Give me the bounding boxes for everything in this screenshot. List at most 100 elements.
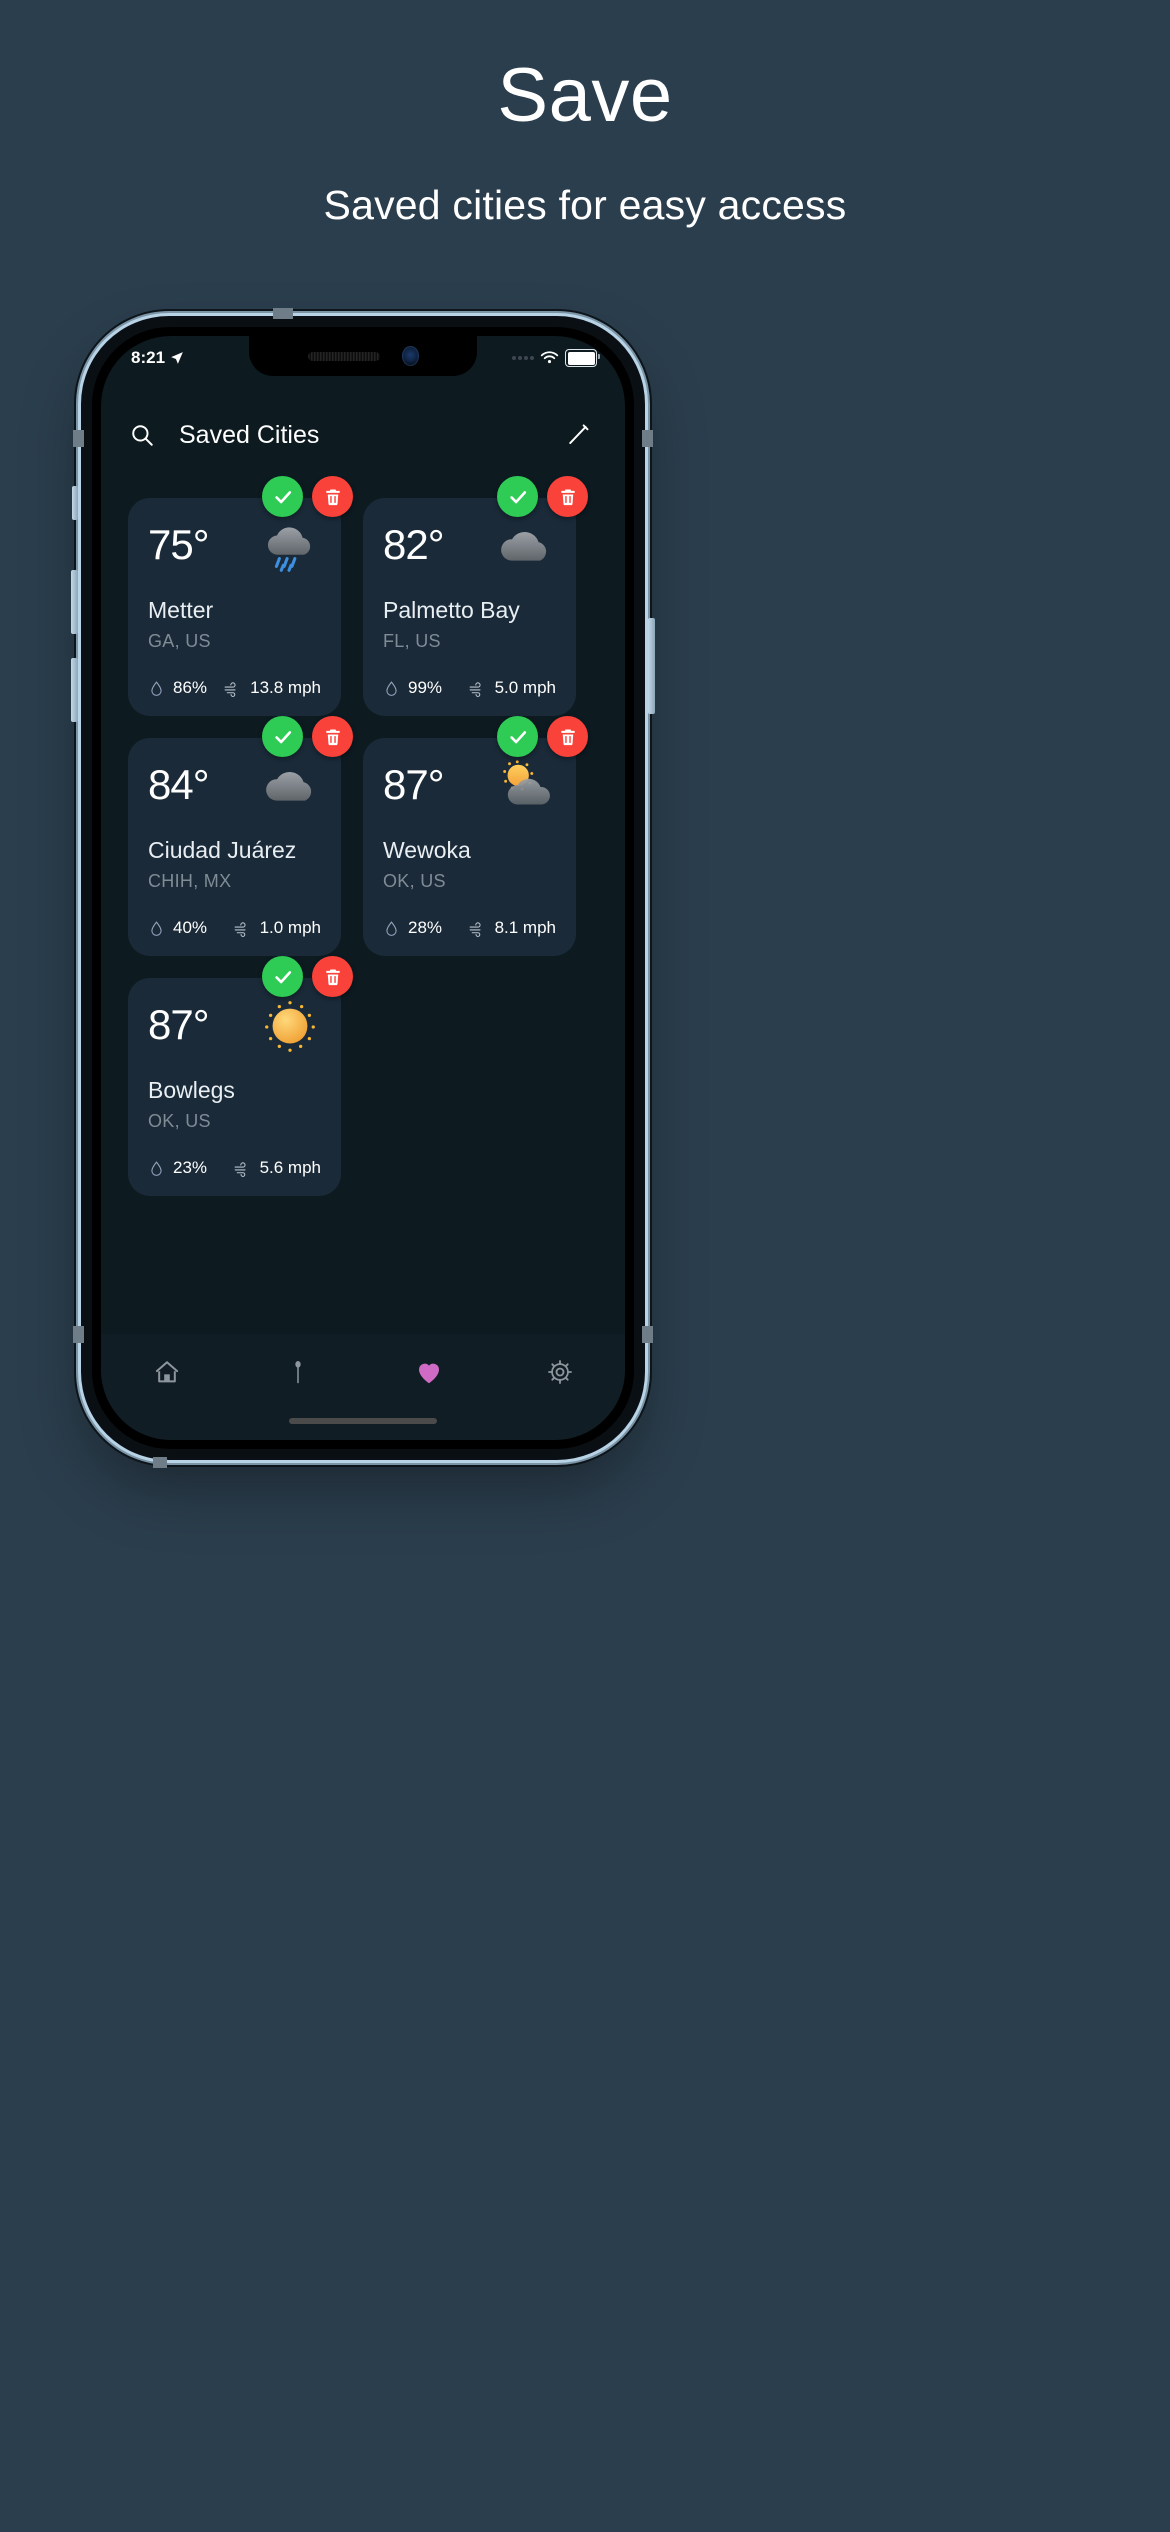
wind-icon bbox=[469, 681, 481, 697]
droplet-icon bbox=[386, 680, 397, 696]
humidity-value: 28% bbox=[408, 918, 443, 938]
antenna-band bbox=[273, 308, 293, 319]
delete-button[interactable] bbox=[547, 716, 588, 758]
confirm-button[interactable] bbox=[262, 476, 303, 517]
confirm-button[interactable] bbox=[262, 956, 303, 998]
wind-value: 13.8 mph bbox=[250, 678, 321, 698]
humidity-stat: 28% bbox=[383, 918, 442, 938]
humidity-stat: 23% bbox=[148, 1158, 207, 1178]
front-camera-icon bbox=[401, 346, 419, 366]
card-stats: 99% 5.0 mph bbox=[383, 652, 556, 698]
battery-full-icon bbox=[565, 349, 600, 367]
city-card[interactable]: 87° bbox=[128, 956, 353, 1197]
phone-mockup: 8:21 Saved Cities 75° Metter GA, US 86% … bbox=[71, 308, 655, 1468]
city-card[interactable]: 82° Palmetto Bay FL, US 99% 5.0 mph bbox=[363, 476, 588, 717]
droplet-icon bbox=[386, 920, 397, 936]
search-icon[interactable] bbox=[129, 422, 155, 448]
droplet-icon bbox=[151, 920, 162, 936]
antenna-band bbox=[73, 430, 84, 447]
volume-down-button[interactable] bbox=[71, 658, 78, 722]
wind-icon bbox=[469, 921, 481, 937]
wind-stat: 5.6 mph bbox=[231, 1158, 321, 1178]
mute-switch[interactable] bbox=[72, 486, 78, 520]
earpiece-speaker-icon bbox=[307, 351, 380, 361]
nav-item-settings[interactable] bbox=[494, 1350, 625, 1394]
wind-value: 8.1 mph bbox=[494, 918, 556, 938]
gear-icon bbox=[547, 1360, 572, 1384]
antenna-band bbox=[642, 430, 653, 447]
droplet-icon bbox=[151, 680, 162, 696]
temperature: 84° bbox=[148, 761, 210, 809]
bottom-navigation bbox=[101, 1334, 625, 1440]
city-card[interactable]: 84° Ciudad Juárez CHIH, MX 40% 1.0 mph bbox=[128, 716, 353, 957]
card-stats: 23% 5.6 mph bbox=[148, 1132, 321, 1178]
wind-value: 5.6 mph bbox=[259, 1158, 321, 1178]
wind-value: 1.0 mph bbox=[259, 918, 321, 938]
cloud-icon bbox=[259, 756, 321, 818]
confirm-button[interactable] bbox=[497, 476, 538, 517]
temperature: 75° bbox=[148, 521, 210, 568]
antenna-band bbox=[73, 1326, 84, 1343]
sun-icon bbox=[259, 996, 321, 1058]
droplet-icon bbox=[151, 1160, 162, 1176]
city-region: OK, US bbox=[383, 871, 446, 892]
card-actions bbox=[262, 956, 353, 998]
card-actions bbox=[497, 716, 588, 758]
delete-button[interactable] bbox=[312, 956, 353, 998]
card-stats: 86% 13.8 mph bbox=[148, 652, 321, 698]
antenna-band bbox=[153, 1457, 167, 1468]
delete-button[interactable] bbox=[312, 476, 353, 517]
delete-button[interactable] bbox=[312, 716, 353, 758]
home-icon bbox=[155, 1361, 178, 1383]
humidity-value: 23% bbox=[173, 1158, 208, 1178]
city-card[interactable]: 75° Metter GA, US 86% 13.8 mph bbox=[128, 476, 353, 717]
humidity-value: 99% bbox=[408, 678, 443, 698]
humidity-value: 86% bbox=[173, 678, 208, 698]
city-region: OK, US bbox=[148, 1111, 211, 1132]
city-card[interactable]: 87° bbox=[363, 716, 588, 957]
home-indicator[interactable] bbox=[289, 1418, 437, 1424]
map-pin-icon bbox=[294, 1361, 301, 1384]
saved-cities-grid: 75° Metter GA, US 86% 13.8 mph 82° Palme… bbox=[101, 476, 625, 1350]
pencil-icon[interactable] bbox=[565, 422, 591, 448]
confirm-button[interactable] bbox=[497, 716, 538, 758]
card-stats: 28% 8.1 mph bbox=[383, 892, 556, 938]
power-button[interactable] bbox=[648, 618, 655, 714]
humidity-value: 40% bbox=[173, 918, 208, 938]
card-actions bbox=[497, 476, 588, 517]
humidity-stat: 86% bbox=[148, 678, 207, 698]
heart-icon bbox=[418, 1363, 439, 1384]
phone-screen: 8:21 Saved Cities 75° Metter GA, US 86% … bbox=[101, 336, 625, 1440]
wifi-icon bbox=[540, 351, 559, 365]
location-arrow-icon bbox=[170, 351, 184, 365]
confirm-button[interactable] bbox=[262, 716, 303, 758]
city-region: CHIH, MX bbox=[148, 871, 232, 892]
city-region: FL, US bbox=[383, 631, 441, 652]
promo-header: Save Saved cities for easy access bbox=[0, 0, 1170, 229]
temperature: 87° bbox=[148, 1001, 210, 1049]
wind-stat: 8.1 mph bbox=[466, 918, 556, 938]
temperature: 82° bbox=[383, 521, 445, 568]
delete-button[interactable] bbox=[547, 476, 588, 517]
wind-icon bbox=[224, 681, 236, 697]
nav-item-map-pin[interactable] bbox=[232, 1350, 363, 1394]
volume-up-button[interactable] bbox=[71, 570, 78, 634]
city-name: Metter bbox=[148, 597, 214, 623]
nav-item-favorites[interactable] bbox=[363, 1350, 494, 1394]
city-name: Ciudad Juárez bbox=[148, 837, 297, 864]
wind-icon bbox=[234, 1161, 246, 1177]
antenna-band bbox=[642, 1326, 653, 1343]
city-name: Bowlegs bbox=[148, 1077, 235, 1104]
nav-item-home[interactable] bbox=[101, 1350, 232, 1394]
notch bbox=[249, 336, 477, 376]
app-header: Saved Cities bbox=[101, 410, 625, 460]
wind-stat: 13.8 mph bbox=[221, 678, 321, 698]
page-title: Saved Cities bbox=[179, 420, 320, 449]
promo-title: Save bbox=[497, 53, 673, 138]
temperature: 87° bbox=[383, 761, 445, 809]
wind-stat: 5.0 mph bbox=[466, 678, 556, 698]
status-time: 8:21 bbox=[131, 348, 166, 367]
card-actions bbox=[262, 476, 353, 517]
card-actions bbox=[262, 716, 353, 758]
wind-icon bbox=[234, 921, 246, 937]
